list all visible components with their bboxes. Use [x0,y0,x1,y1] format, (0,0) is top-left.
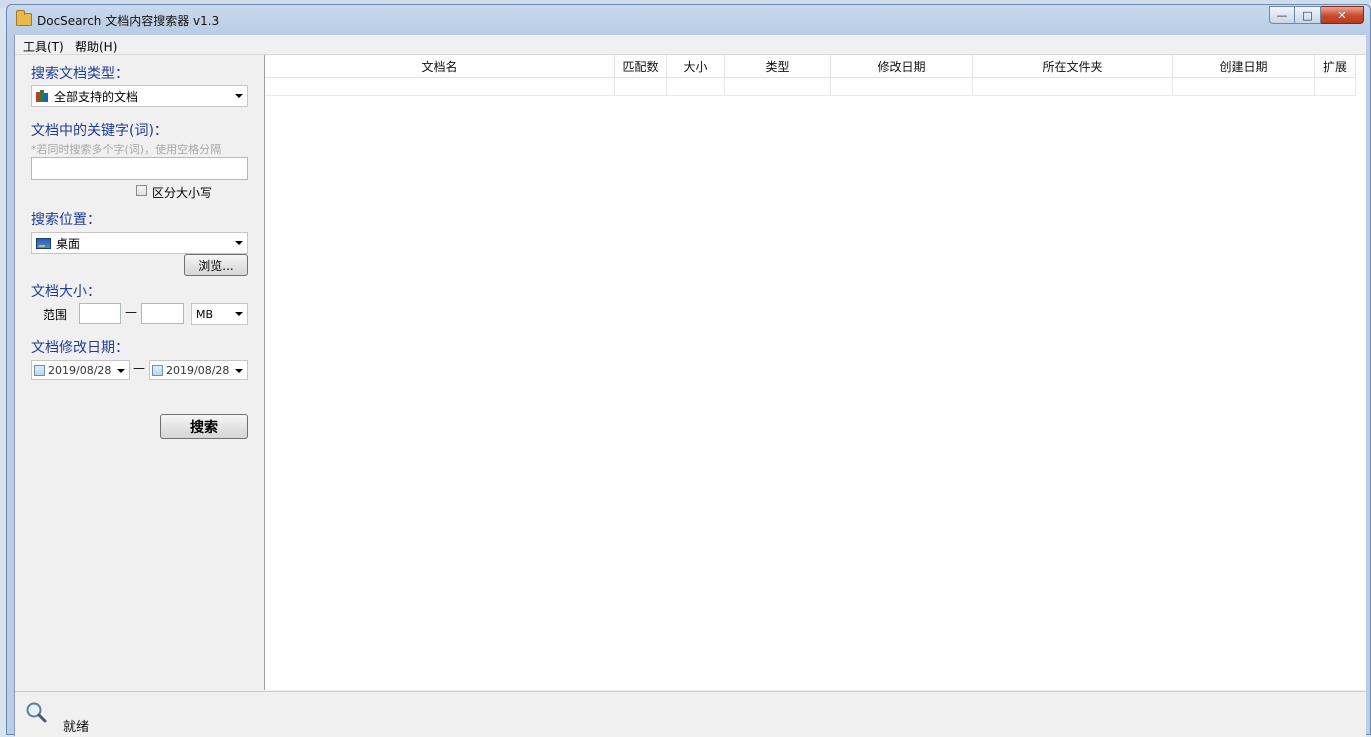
keyword-label: 文档中的关键字(词)： [31,123,168,139]
window-title: DocSearch 文档内容搜索器 v1.3 [37,14,220,28]
range-label: 范围 [43,308,68,322]
date-label: 文档修改日期： [31,340,129,356]
date-to-checkbox[interactable] [152,364,163,376]
location-value: 桌面 [56,236,81,251]
date-to-value: 2019/08/28 [166,363,230,377]
column-header-modified[interactable]: 修改日期 [831,55,973,77]
status-bar: 就绪 [15,691,1366,737]
chevron-down-icon [117,369,125,373]
size-label: 文档大小： [31,284,101,300]
table-row [265,78,1356,96]
menu-tools[interactable]: 工具(T) [23,38,64,55]
keyword-input[interactable] [31,157,248,180]
minimize-button[interactable]: — [1269,6,1295,24]
column-header-size[interactable]: 大小 [667,55,725,77]
app-window: DocSearch 文档内容搜索器 v1.3 — □ ✕ 工具(T) 帮助(H)… [6,4,1371,737]
column-header-folder[interactable]: 所在文件夹 [973,55,1173,77]
doc-type-label: 搜索文档类型： [31,66,129,82]
maximize-button[interactable]: □ [1295,6,1321,24]
doc-type-select[interactable]: 全部支持的文档 [31,85,248,107]
column-header-matches[interactable]: 匹配数 [615,55,667,77]
chevron-down-icon [235,369,243,373]
status-text: 就绪 [63,720,90,735]
column-header-type[interactable]: 类型 [725,55,831,77]
table-header: 文档名 匹配数 大小 类型 修改日期 所在文件夹 创建日期 扩展 [265,55,1356,78]
size-unit-select[interactable]: MB [191,303,248,325]
search-button[interactable]: 搜索 [160,414,248,439]
title-bar: DocSearch 文档内容搜索器 v1.3 — □ ✕ [7,5,1370,33]
menu-help[interactable]: 帮助(H) [75,38,117,55]
chevron-down-icon [235,241,243,245]
location-label: 搜索位置： [31,212,101,228]
case-sensitive-label: 区分大小写 [152,186,213,200]
column-header-created[interactable]: 创建日期 [1173,55,1315,77]
size-min-input[interactable] [79,303,121,324]
date-to-picker[interactable]: 2019/08/28 [149,360,248,380]
client-area: 工具(T) 帮助(H) 搜索文档类型： 全部支持的文档 文档中的关键字(词)： … [14,35,1366,737]
case-sensitive-checkbox[interactable] [136,185,147,196]
size-range-dash: — [125,305,137,319]
results-table[interactable]: 文档名 匹配数 大小 类型 修改日期 所在文件夹 创建日期 扩展 [265,55,1366,690]
magnifier-icon [26,702,47,723]
menu-bar: 工具(T) 帮助(H) [15,35,1366,55]
books-icon [36,90,50,102]
size-unit-value: MB [196,307,214,321]
date-from-checkbox[interactable] [34,364,45,376]
date-from-value: 2019/08/28 [48,363,112,377]
browse-button[interactable]: 浏览... [184,254,248,276]
search-options-panel: 搜索文档类型： 全部支持的文档 文档中的关键字(词)： *若同时搜索多个字(词)… [15,55,265,690]
chevron-down-icon [235,94,243,98]
folder-app-icon [16,10,32,26]
desktop-icon [36,237,51,249]
column-header-extension[interactable]: 扩展 [1315,55,1356,77]
column-header-name[interactable]: 文档名 [265,55,615,77]
close-button[interactable]: ✕ [1321,6,1364,24]
doc-type-value: 全部支持的文档 [54,89,139,104]
keyword-hint: *若同时搜索多个字(词)，使用空格分隔 [31,143,222,156]
date-range-dash: — [133,361,145,375]
size-max-input[interactable] [141,303,184,324]
date-from-picker[interactable]: 2019/08/28 [31,360,130,380]
chevron-down-icon [235,312,243,316]
location-select[interactable]: 桌面 [31,232,248,254]
